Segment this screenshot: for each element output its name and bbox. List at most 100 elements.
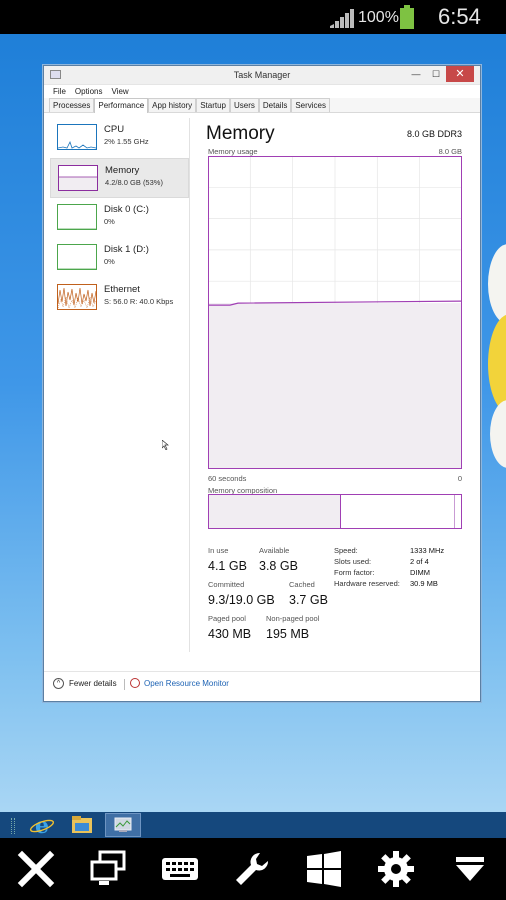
- tab-users[interactable]: Users: [229, 98, 259, 112]
- memory-panel: Memory 8.0 GB DDR3 Memory usage 8.0 GB 6…: [206, 118, 464, 652]
- open-resource-monitor-link[interactable]: Open Resource Monitor: [130, 678, 229, 688]
- dropdown-icon[interactable]: [450, 849, 490, 889]
- svg-text:e: e: [35, 813, 49, 837]
- non-paged-pool-label: Non-paged pool: [266, 614, 320, 623]
- sidebar-label-ethernet: Ethernet: [104, 284, 140, 295]
- chevron-up-icon: ^: [53, 678, 64, 689]
- battery-percent: 100%: [358, 9, 399, 26]
- slots-used-label: Slots used:: [334, 557, 372, 566]
- screen: 100% 6:54 Task Manager — ☐ ✕ File Option…: [0, 0, 506, 900]
- speed-label: Speed:: [334, 546, 358, 555]
- sidebar-detail-memory: 4.2/8.0 GB (53%): [105, 178, 163, 187]
- memory-usage-max: 8.0 GB: [438, 147, 462, 156]
- settings-icon[interactable]: [376, 849, 416, 889]
- menu-bar: File Options View: [44, 85, 480, 98]
- tab-processes[interactable]: Processes: [49, 98, 95, 112]
- composition-in-use: [209, 495, 341, 528]
- cached-value: 3.7 GB: [289, 593, 328, 607]
- memory-composition-bar: [208, 494, 462, 529]
- memory-usage-label: Memory usage: [208, 147, 258, 156]
- panel-title: Memory: [206, 123, 275, 144]
- sidebar-detail-cpu: 2% 1.55 GHz: [104, 137, 149, 146]
- in-use-value: 4.1 GB: [208, 559, 247, 573]
- available-value: 3.8 GB: [259, 559, 298, 573]
- menu-view[interactable]: View: [111, 85, 128, 98]
- battery-icon: [400, 5, 414, 29]
- paged-pool-label: Paged pool: [208, 614, 246, 623]
- wrench-icon[interactable]: [232, 849, 272, 889]
- resource-sidebar: CPU 2% 1.55 GHz Memory 4.2/8.0 GB (53%): [50, 118, 190, 652]
- sidebar-detail-disk-1: 0%: [104, 257, 115, 266]
- disk0-thumbnail-graph: [57, 204, 97, 230]
- performance-pane: CPU 2% 1.55 GHz Memory 4.2/8.0 GB (53%): [44, 114, 480, 674]
- daisy-wallpaper: [488, 244, 506, 468]
- windows-icon[interactable]: [304, 849, 344, 889]
- sidebar-label-cpu: CPU: [104, 124, 125, 135]
- footer-separator: [124, 679, 125, 690]
- composition-free: [455, 495, 461, 528]
- taskbar-grip[interactable]: [11, 818, 15, 834]
- disk1-thumbnail-graph: [57, 244, 97, 270]
- file-explorer-icon[interactable]: [64, 813, 100, 837]
- tab-performance[interactable]: Performance: [94, 98, 149, 113]
- maximize-button[interactable]: ☐: [426, 66, 446, 82]
- cached-label: Cached: [289, 580, 315, 589]
- open-resource-monitor-label: Open Resource Monitor: [144, 678, 229, 688]
- menu-file[interactable]: File: [53, 85, 66, 98]
- task-manager-taskbar-icon[interactable]: [105, 813, 141, 837]
- sidebar-label-disk-0: Disk 0 (C:): [104, 204, 149, 215]
- tab-app-history[interactable]: App history: [148, 98, 197, 112]
- sidebar-detail-ethernet: S: 56.0 R: 40.0 Kbps: [104, 297, 174, 306]
- sidebar-item-memory[interactable]: Memory 4.2/8.0 GB (53%): [50, 158, 189, 198]
- slots-used-value: 2 of 4: [410, 557, 429, 566]
- sidebar-item-disk-0[interactable]: Disk 0 (C:) 0%: [50, 198, 189, 238]
- in-use-label: In use: [208, 546, 229, 555]
- switch-screen-icon[interactable]: [88, 849, 128, 889]
- committed-label: Committed: [208, 580, 245, 589]
- close-icon[interactable]: [16, 849, 56, 889]
- window-footer: ^ Fewer details Open Resource Monitor: [44, 671, 480, 693]
- sidebar-label-disk-1: Disk 1 (D:): [104, 244, 149, 255]
- internet-explorer-icon[interactable]: e: [24, 813, 60, 839]
- hardware-reserved-value: 30.9 MB: [410, 579, 438, 588]
- taskbar: e: [0, 812, 506, 839]
- tab-startup[interactable]: Startup: [196, 98, 230, 112]
- time-end-label: 0: [457, 474, 462, 483]
- fewer-details-button[interactable]: ^ Fewer details: [53, 678, 117, 689]
- committed-value: 9.3/19.0 GB: [208, 593, 275, 607]
- form-factor-label: Form factor:: [334, 568, 375, 577]
- tab-bar: Processes Performance App history Startu…: [44, 98, 480, 113]
- tab-details[interactable]: Details: [258, 98, 292, 112]
- hardware-reserved-label: Hardware reserved:: [334, 579, 400, 588]
- tab-services[interactable]: Services: [291, 98, 331, 112]
- mouse-cursor-icon: [162, 440, 169, 450]
- non-paged-pool-value: 195 MB: [266, 627, 310, 641]
- sidebar-item-disk-1[interactable]: Disk 1 (D:) 0%: [50, 238, 189, 278]
- form-factor-value: DIMM: [410, 568, 430, 577]
- sidebar-label-memory: Memory: [105, 165, 140, 176]
- memory-usage-graph: [208, 156, 462, 469]
- time-range-label: 60 seconds: [208, 474, 247, 483]
- composition-standby: [343, 495, 455, 528]
- keyboard-icon[interactable]: [160, 849, 200, 889]
- sidebar-detail-disk-0: 0%: [104, 217, 115, 226]
- ethernet-thumbnail-graph: [57, 284, 97, 310]
- sidebar-item-ethernet[interactable]: Ethernet S: 56.0 R: 40.0 Kbps: [50, 278, 189, 318]
- desktop: Task Manager — ☐ ✕ File Options View Pro…: [0, 34, 506, 812]
- clock: 6:54: [438, 4, 481, 29]
- remote-control-bar: [0, 838, 506, 900]
- memory-usage-area: [209, 303, 461, 468]
- speed-value: 1333 MHz: [410, 546, 445, 555]
- resource-monitor-icon: [130, 678, 140, 688]
- paged-pool-value: 430 MB: [208, 627, 252, 641]
- close-button[interactable]: ✕: [446, 66, 474, 82]
- menu-options[interactable]: Options: [75, 85, 103, 98]
- available-label: Available: [259, 546, 290, 555]
- memory-thumbnail-graph: [58, 165, 98, 191]
- fewer-details-label: Fewer details: [69, 679, 117, 688]
- sidebar-item-cpu[interactable]: CPU 2% 1.55 GHz: [50, 118, 189, 158]
- minimize-button[interactable]: —: [406, 66, 426, 82]
- title-bar[interactable]: Task Manager — ☐ ✕: [44, 66, 480, 85]
- task-manager-window: Task Manager — ☐ ✕ File Options View Pro…: [43, 65, 481, 702]
- memory-spec: 8.0 GB DDR3: [406, 129, 462, 139]
